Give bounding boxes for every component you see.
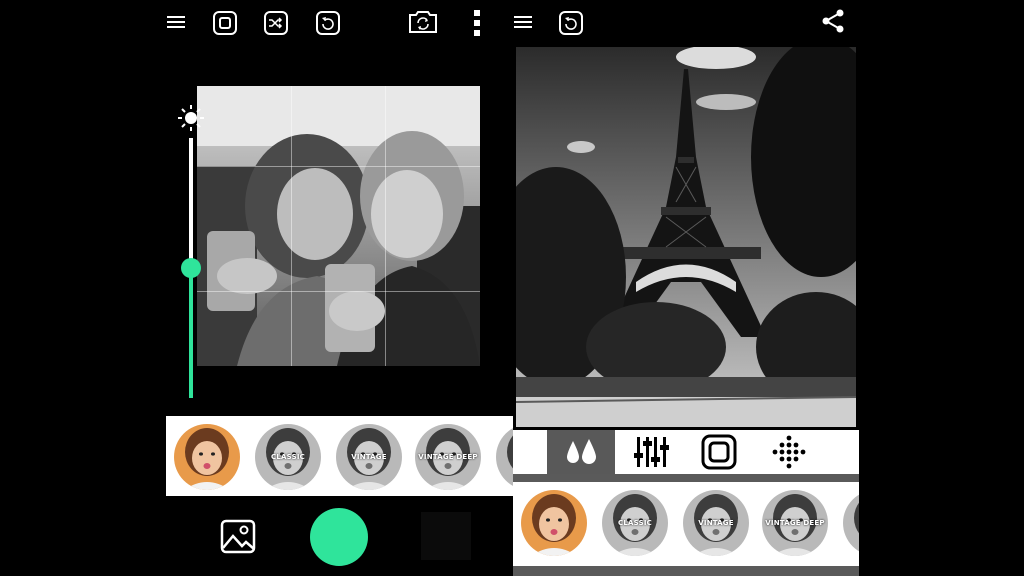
undo-icon [565, 17, 577, 30]
filter-label: VINTAGE [351, 453, 387, 461]
share-button[interactable] [820, 8, 846, 34]
filter-thumb-vintage[interactable]: VINTAGE [336, 424, 402, 490]
menu-button[interactable] [166, 12, 186, 32]
filter-preview-image [521, 490, 587, 556]
square-frame-icon [219, 17, 231, 29]
more-vert-icon [474, 10, 480, 36]
filter-thumb-partial[interactable] [843, 490, 859, 556]
grid-line [197, 166, 480, 167]
undo-button[interactable] [557, 9, 585, 37]
exposure-fill [189, 268, 193, 398]
filter-thumb-classic[interactable]: CLASSIC [602, 490, 668, 556]
filter-preview-image [843, 490, 859, 556]
filter-thumb-original[interactable] [174, 424, 240, 490]
filter-label: VINTAGE DEEP [765, 519, 825, 527]
camera-preview[interactable] [197, 86, 480, 366]
tab-effects[interactable] [547, 430, 615, 474]
menu-icon [167, 16, 185, 28]
filter-thumb-vintage-deep[interactable]: VINTAGE DEEP [762, 490, 828, 556]
grid-line [291, 86, 292, 366]
filter-preview-image [174, 424, 240, 490]
exposure-thumb[interactable] [181, 258, 201, 278]
toolbar-divider [513, 474, 859, 482]
edit-toolbar [513, 430, 859, 474]
shuffle-button[interactable] [262, 9, 290, 37]
bottom-bar [513, 566, 859, 576]
last-photo-thumbnail[interactable] [421, 512, 471, 560]
grid-line [385, 86, 386, 366]
filter-thumb-vintage-deep[interactable]: VINTAGE DEEP [415, 424, 481, 490]
sliders-icon [634, 437, 669, 467]
dots-grid-icon [772, 435, 806, 469]
switch-camera-icon [409, 11, 437, 33]
filter-strip[interactable]: CLASSIC VINTAGE VINTAGE DEEP [166, 416, 513, 496]
edited-photo[interactable] [516, 47, 856, 427]
switch-camera-button[interactable] [406, 7, 440, 37]
brightness-icon [178, 105, 204, 131]
toolbar-left-spacer [513, 430, 547, 474]
more-options-button[interactable] [467, 8, 487, 38]
eiffel-tower-photo [516, 47, 856, 427]
filter-label: CLASSIC [618, 519, 652, 527]
exposure-slider[interactable] [176, 100, 206, 400]
filter-label: VINTAGE [698, 519, 734, 527]
filter-thumb-partial[interactable] [496, 424, 513, 490]
filter-thumb-vintage[interactable]: VINTAGE [683, 490, 749, 556]
square-frame-button[interactable] [211, 9, 239, 37]
filter-strip[interactable]: CLASSIC VINTAGE VINTAGE DEEP [513, 482, 859, 566]
filter-thumb-original[interactable] [521, 490, 587, 556]
filter-preview-image [496, 424, 513, 490]
tab-pattern[interactable] [755, 430, 823, 474]
tab-adjust[interactable] [617, 430, 685, 474]
undo-button[interactable] [314, 9, 342, 37]
camera-screen: CLASSIC VINTAGE VINTAGE DEEP [166, 0, 513, 576]
filter-thumb-classic[interactable]: CLASSIC [255, 424, 321, 490]
menu-button[interactable] [513, 12, 533, 32]
undo-icon [322, 17, 334, 30]
camera-preview-image [197, 86, 480, 366]
menu-icon [514, 16, 532, 28]
frame-icon [701, 434, 737, 470]
editor-screen: CLASSIC VINTAGE VINTAGE DEEP [513, 0, 859, 576]
shuffle-icon [269, 17, 283, 29]
drops-icon [567, 439, 596, 464]
gallery-button[interactable] [220, 518, 258, 554]
grid-line [197, 291, 480, 292]
share-icon [822, 9, 844, 33]
gallery-icon [220, 519, 256, 554]
shutter-button[interactable] [310, 508, 368, 566]
filter-label: VINTAGE DEEP [418, 453, 478, 461]
filter-label: CLASSIC [271, 453, 305, 461]
tab-frame[interactable] [685, 430, 753, 474]
